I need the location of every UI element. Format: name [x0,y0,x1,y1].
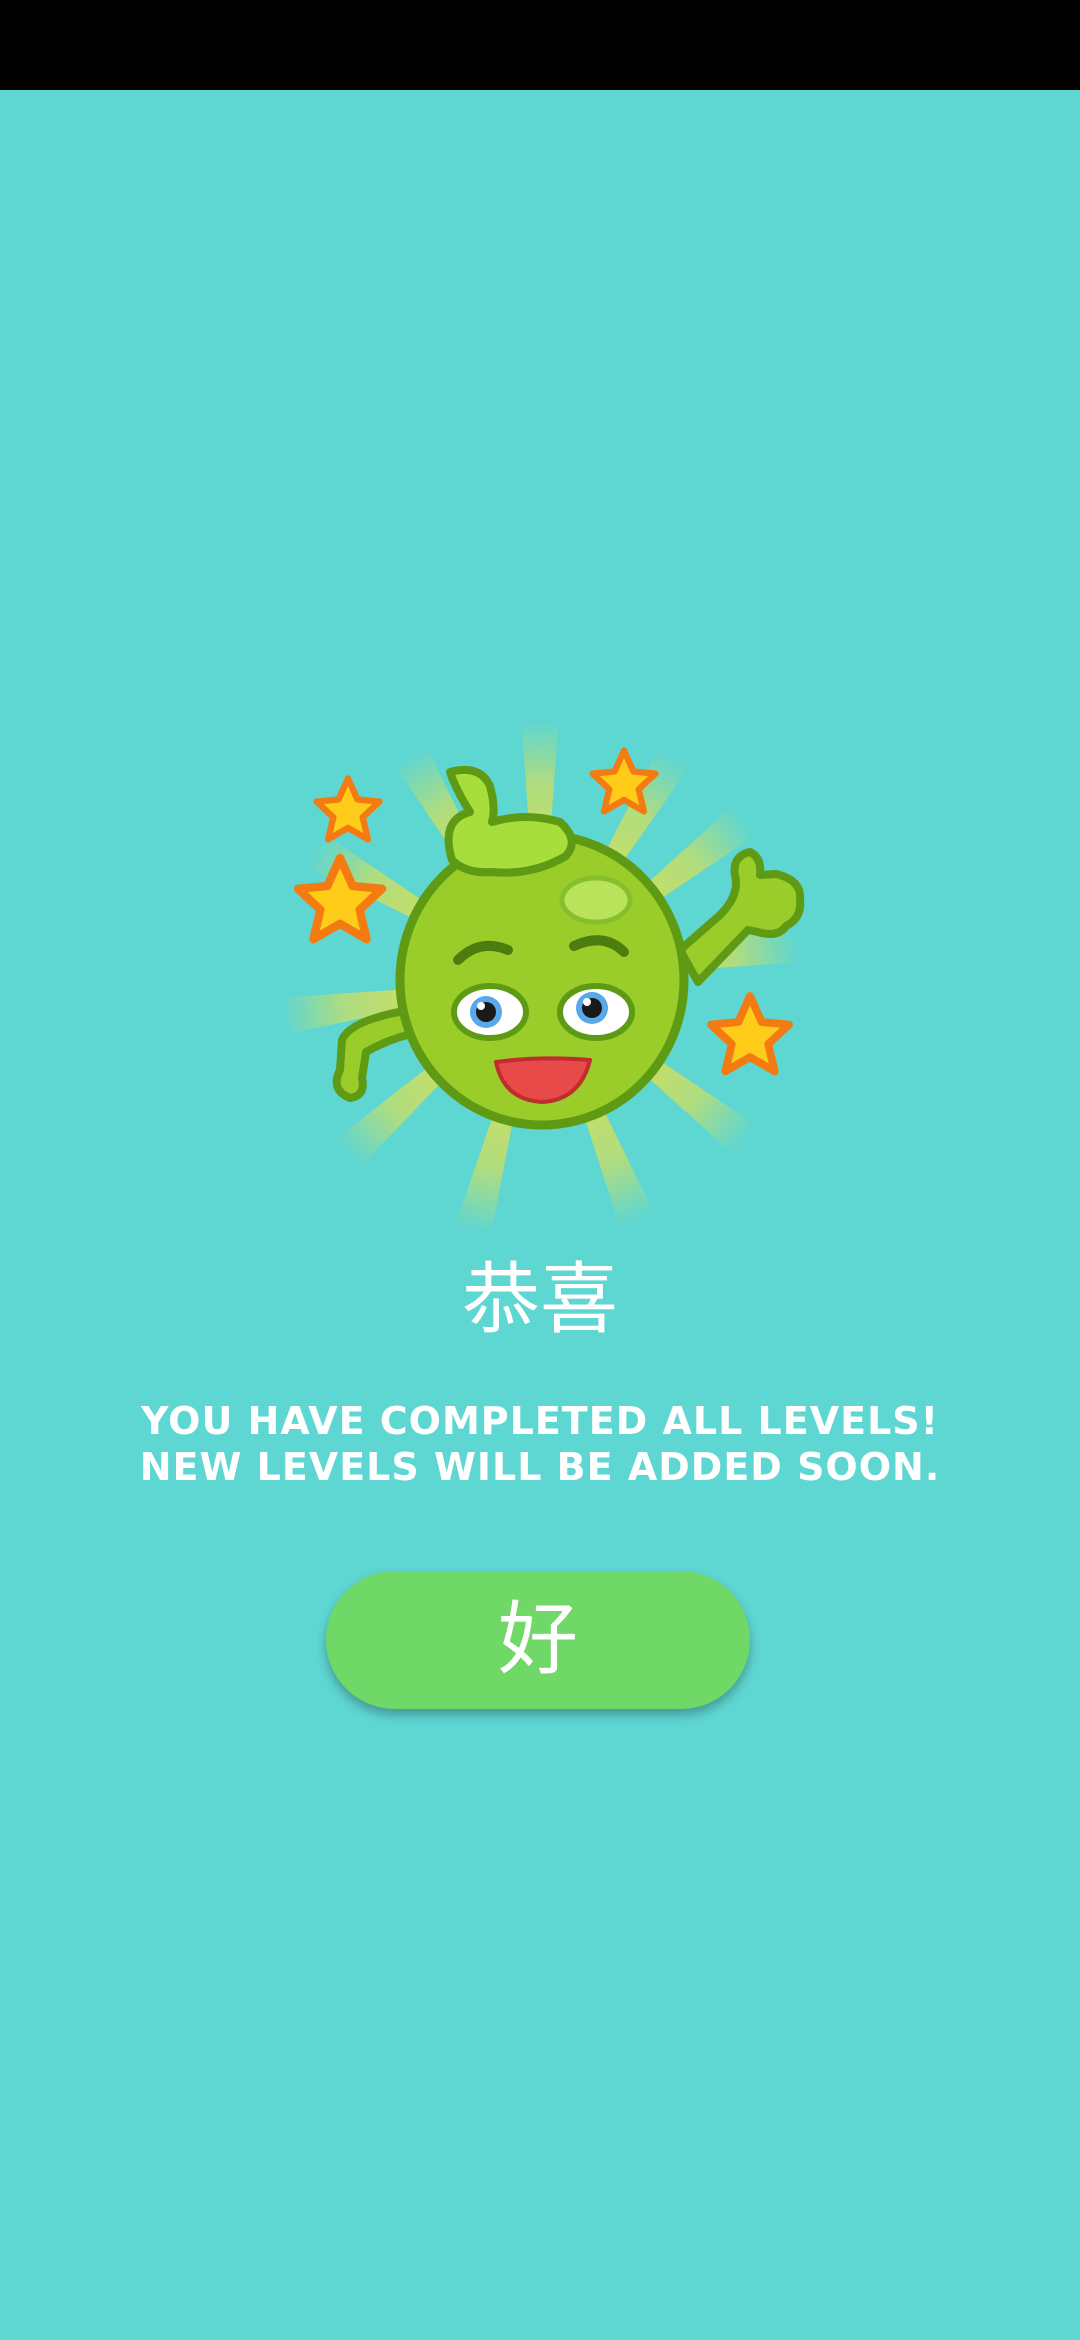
status-bar [0,0,1080,90]
congratulations-title: 恭喜 [461,1255,618,1345]
ok-button[interactable]: 好 [326,1571,750,1709]
pea-mascot-icon [270,700,810,1230]
completion-message: YOU HAVE COMPLETED ALL LEVELS! NEW LEVEL… [139,1399,941,1489]
